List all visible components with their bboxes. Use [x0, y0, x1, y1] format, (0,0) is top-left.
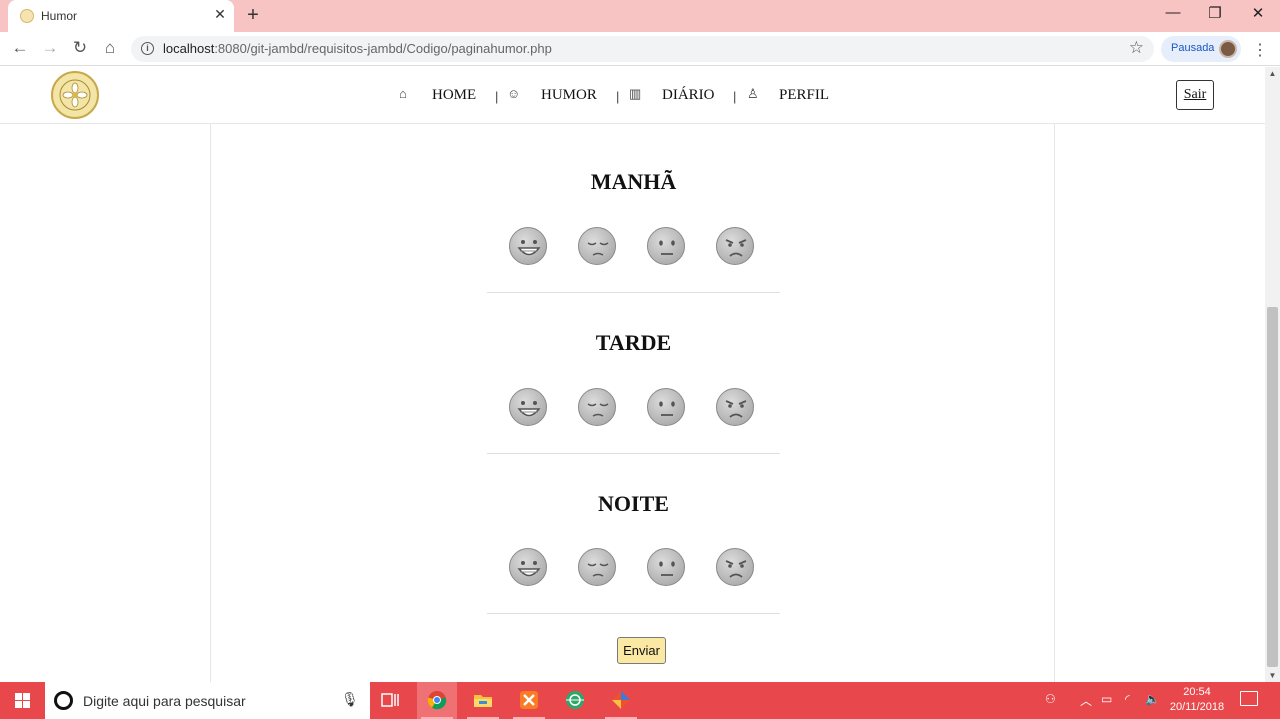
angry-face-icon[interactable] — [716, 388, 754, 426]
nav-separator: | — [733, 89, 737, 104]
show-hidden-icons[interactable]: ︿ — [1080, 692, 1092, 709]
back-icon[interactable]: ← — [9, 38, 31, 58]
book-icon: ▥ — [629, 86, 642, 101]
scroll-down-icon[interactable]: ▼ — [1265, 671, 1280, 680]
app-globe-icon[interactable] — [555, 682, 595, 719]
home-icon: ⌂ — [399, 86, 407, 101]
start-button[interactable] — [0, 682, 45, 719]
pensive-face-icon[interactable] — [578, 227, 616, 265]
neutral-face-icon[interactable] — [647, 388, 685, 426]
info-icon[interactable]: i — [141, 42, 154, 55]
task-view-glyph — [381, 693, 399, 707]
clock-date: 20/11/2018 — [1169, 701, 1225, 713]
task-view-icon[interactable] — [370, 682, 410, 719]
browser-tab-bar: Humor ✕ + — ❐ ✕ — [0, 0, 1280, 32]
globe-glyph — [566, 691, 584, 709]
git-icon[interactable] — [601, 682, 641, 719]
grinning-face-icon[interactable] — [509, 388, 547, 426]
forward-icon[interactable]: → — [39, 38, 61, 58]
reload-icon[interactable]: ↻ — [69, 38, 91, 58]
site-logo[interactable] — [51, 71, 99, 119]
nav-diario[interactable]: DIÁRIO — [662, 87, 715, 104]
period-title-noite: NOITE — [598, 491, 669, 516]
minimize-icon[interactable]: — — [1158, 4, 1188, 21]
file-explorer-icon[interactable] — [463, 682, 503, 719]
taskbar-search-box[interactable]: Digite aqui para pesquisar 🎙 — [45, 682, 370, 719]
profile-button[interactable]: Pausada — [1161, 36, 1241, 62]
mood-options-manha — [509, 227, 759, 267]
microphone-icon[interactable]: 🎙 — [341, 691, 359, 708]
grinning-face-icon[interactable] — [509, 548, 547, 586]
face-icon: ☺ — [507, 86, 521, 101]
nav-separator: | — [495, 89, 499, 104]
tab-close-icon[interactable]: ✕ — [211, 6, 229, 23]
site-favicon-icon — [20, 9, 34, 23]
scroll-thumb[interactable] — [1267, 307, 1278, 667]
new-tab-icon[interactable]: + — [243, 4, 263, 27]
xampp-icon[interactable] — [509, 682, 549, 719]
browser-menu-icon[interactable]: ⋮ — [1252, 40, 1268, 60]
home-browser-icon[interactable]: ⌂ — [99, 38, 121, 58]
people-icon[interactable]: ⚇ — [1045, 692, 1056, 706]
nav-home[interactable]: HOME — [432, 87, 476, 104]
taskbar-search-placeholder: Digite aqui para pesquisar — [83, 693, 246, 709]
volume-icon[interactable]: 🔈 — [1145, 692, 1160, 706]
pensive-face-icon[interactable] — [578, 388, 616, 426]
site-header: ⌂ HOME | ☺ HUMOR | ▥ DIÁRIO | ♙ PERFIL S… — [0, 67, 1265, 124]
logout-button[interactable]: Sair — [1176, 80, 1214, 110]
windows-logo-icon — [15, 693, 30, 708]
pensive-face-icon[interactable] — [578, 548, 616, 586]
submit-button[interactable]: Enviar — [617, 637, 666, 664]
mood-form: MANHÃ TARDE NOITE Enviar — [210, 124, 1055, 682]
close-window-icon[interactable]: ✕ — [1243, 4, 1273, 22]
chrome-taskbar-icon[interactable] — [417, 682, 457, 719]
angry-face-icon[interactable] — [716, 548, 754, 586]
cortana-icon[interactable] — [54, 691, 73, 710]
period-title-manha: MANHÃ — [590, 169, 677, 194]
period-title-tarde: TARDE — [595, 330, 672, 355]
address-bar[interactable]: i localhost:8080/git-jambd/requisitos-ja… — [131, 36, 1154, 62]
restore-icon[interactable]: ❐ — [1200, 4, 1230, 22]
profile-label: Pausada — [1171, 42, 1215, 54]
tab-title: Humor — [41, 9, 78, 23]
neutral-face-icon[interactable] — [647, 227, 685, 265]
windows-taskbar: Digite aqui para pesquisar 🎙 ⚇ ︿ ▭ ◜ 🔈 2… — [0, 682, 1280, 719]
clock-time: 20:54 — [1183, 686, 1211, 698]
divider — [487, 613, 780, 614]
system-clock[interactable]: 20:54 20/11/2018 — [1168, 685, 1226, 715]
wifi-icon[interactable]: ◜ — [1125, 692, 1130, 706]
user-icon: ♙ — [747, 86, 759, 101]
mood-options-noite — [509, 548, 759, 588]
url-text[interactable]: localhost:8080/git-jambd/requisitos-jamb… — [163, 41, 552, 56]
browser-toolbar: ← → ↻ ⌂ i localhost:8080/git-jambd/requi… — [0, 32, 1280, 66]
browser-tab[interactable]: Humor ✕ — [8, 0, 234, 32]
divider — [487, 292, 780, 293]
grinning-face-icon[interactable] — [509, 227, 547, 265]
angry-face-icon[interactable] — [716, 227, 754, 265]
scroll-up-icon[interactable]: ▲ — [1265, 69, 1280, 78]
nav-separator: | — [616, 89, 620, 104]
page-scrollbar[interactable]: ▲ ▼ — [1265, 67, 1280, 682]
git-glyph — [612, 691, 630, 709]
xampp-glyph — [520, 691, 538, 709]
battery-icon[interactable]: ▭ — [1101, 692, 1112, 706]
avatar — [1219, 40, 1237, 58]
chrome-glyph — [427, 691, 447, 710]
nav-perfil[interactable]: PERFIL — [779, 87, 829, 104]
notification-center-icon[interactable] — [1240, 691, 1258, 706]
logo-flower-icon — [59, 79, 91, 111]
neutral-face-icon[interactable] — [647, 548, 685, 586]
divider — [487, 453, 780, 454]
folder-glyph — [474, 695, 492, 707]
nav-humor[interactable]: HUMOR — [541, 87, 597, 104]
mood-options-tarde — [509, 388, 759, 428]
bookmark-star-icon[interactable]: ☆ — [1129, 38, 1144, 58]
